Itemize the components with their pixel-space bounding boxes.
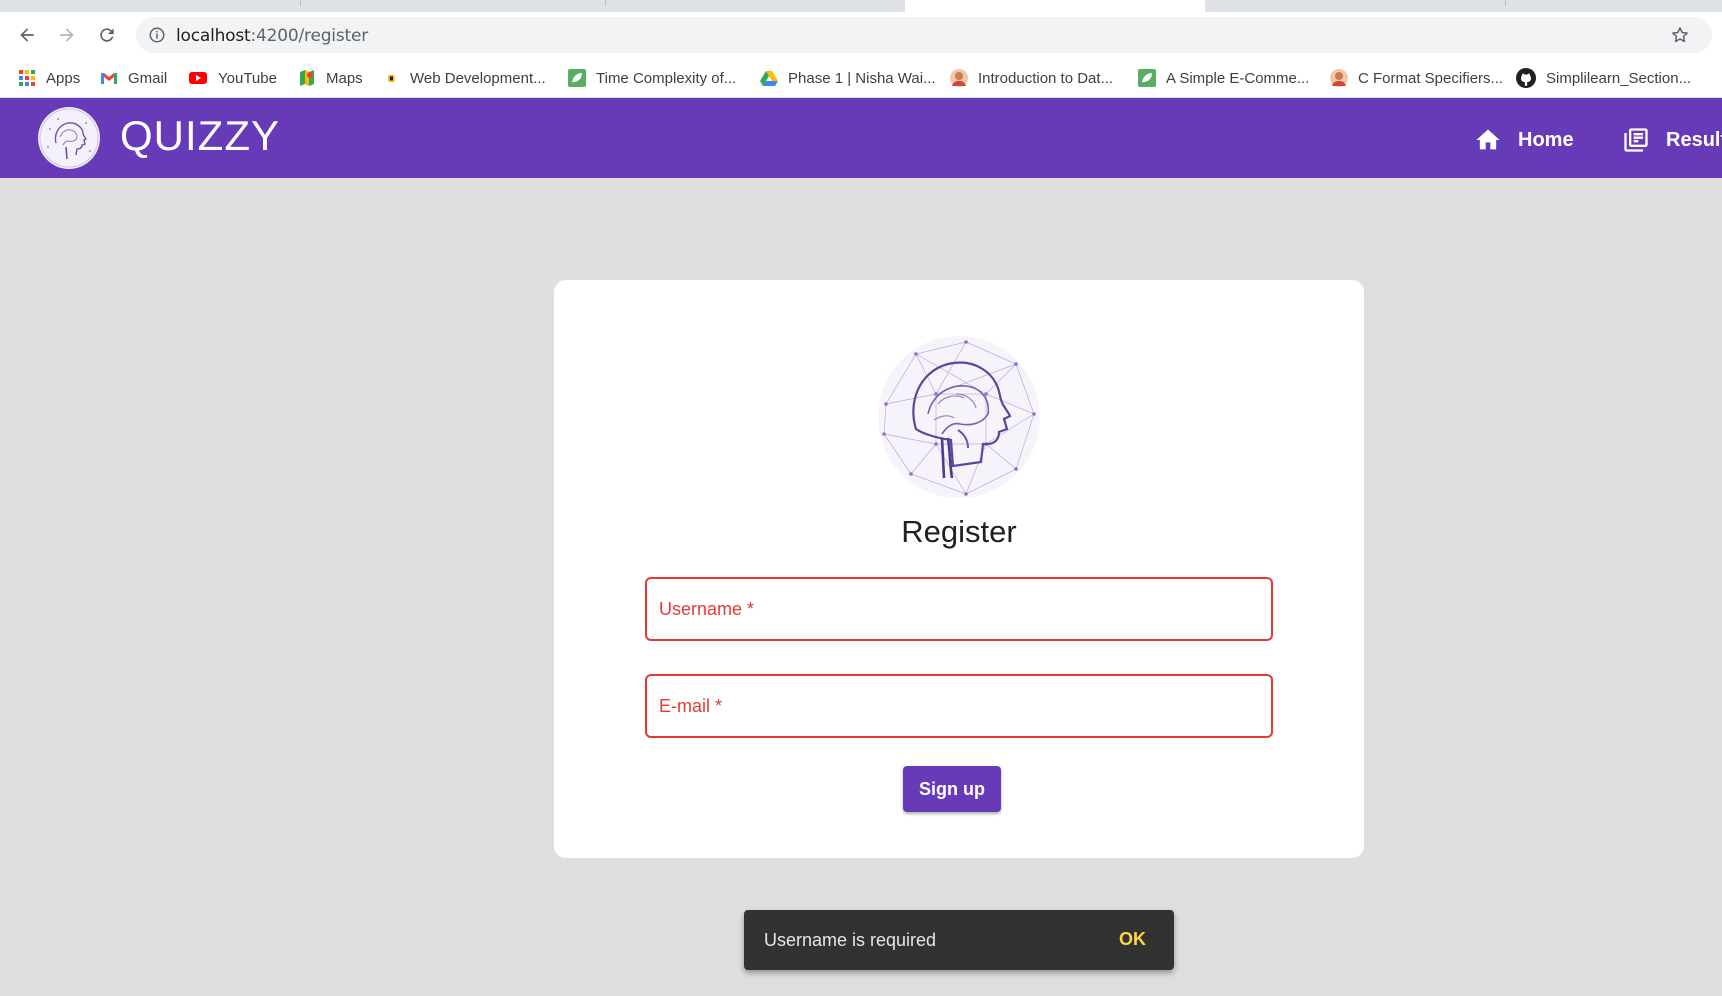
brain-logo[interactable] xyxy=(38,107,100,169)
snackbar: Username is required OK xyxy=(744,910,1174,970)
results-icon xyxy=(1624,128,1648,152)
url-path: :4200/register xyxy=(250,26,369,46)
reload-button[interactable] xyxy=(92,20,122,50)
bookmarks-bar: Apps Gmail YouTube Maps Web Development.… xyxy=(0,58,1722,98)
web-dev-icon xyxy=(388,74,395,82)
site-info-icon[interactable] xyxy=(148,26,166,44)
bookmark-maps[interactable]: Maps xyxy=(298,66,363,90)
bookmark-label: YouTube xyxy=(218,69,277,87)
bookmark-ecommerce[interactable]: A Simple E-Comme... xyxy=(1138,66,1309,90)
username-field[interactable]: Username * xyxy=(645,577,1273,641)
apps-grid-icon xyxy=(19,70,35,86)
register-card: Register Username * E-mail * Sign up xyxy=(554,280,1364,858)
bookmark-label: A Simple E-Comme... xyxy=(1166,69,1310,87)
back-button[interactable] xyxy=(12,20,42,50)
email-field[interactable]: E-mail * xyxy=(645,674,1273,738)
app-title[interactable]: QUIZZY xyxy=(120,112,280,160)
tab-separator xyxy=(1505,0,1506,6)
bookmark-gmail[interactable]: Gmail xyxy=(100,66,167,90)
bookmark-web-development[interactable]: Web Development... xyxy=(386,66,546,90)
avatar-icon xyxy=(950,69,968,87)
app-toolbar: QUIZZY Home Results xyxy=(0,98,1722,178)
avatar-icon xyxy=(1330,69,1348,87)
tab-separator xyxy=(300,0,301,6)
browser-tab[interactable] xyxy=(1205,0,1722,12)
tab-separator xyxy=(605,0,606,6)
snackbar-ok-button[interactable]: OK xyxy=(1119,929,1146,950)
email-input[interactable] xyxy=(647,676,1271,736)
bookmark-label: C Format Specifiers... xyxy=(1358,69,1504,87)
maps-icon xyxy=(300,70,314,86)
bookmark-label: Maps xyxy=(326,69,363,87)
username-input[interactable] xyxy=(647,579,1271,639)
snackbar-message: Username is required xyxy=(764,930,937,950)
brain-logo-icon xyxy=(39,108,99,168)
forward-arrow-icon xyxy=(60,28,74,42)
address-bar[interactable]: localhost:4200/register xyxy=(136,17,1712,53)
browser-tab-strip xyxy=(0,0,1722,12)
forward-button[interactable] xyxy=(52,20,82,50)
back-arrow-icon xyxy=(20,28,34,42)
register-title: Register xyxy=(901,514,1017,549)
browser-tab-active[interactable] xyxy=(905,0,1205,12)
browser-toolbar: localhost:4200/register xyxy=(0,12,1722,58)
leaf-icon xyxy=(1138,69,1156,87)
bookmark-label: Gmail xyxy=(128,69,168,87)
nav-results-link[interactable]: Results xyxy=(1622,126,1722,154)
bookmark-star-icon[interactable] xyxy=(1670,25,1690,45)
bookmark-label: Apps xyxy=(46,69,81,87)
sign-up-button[interactable]: Sign up xyxy=(903,766,1001,812)
bookmark-simplilearn[interactable]: Simplilearn_Section... xyxy=(1516,66,1691,90)
brain-illustration-icon xyxy=(878,336,1040,498)
bookmark-label: Time Complexity of... xyxy=(596,69,737,87)
google-drive-icon xyxy=(760,71,778,86)
bookmark-label: Simplilearn_Section... xyxy=(1546,69,1692,87)
youtube-icon xyxy=(189,72,207,84)
nav-home-label: Home xyxy=(1518,128,1574,151)
bookmark-introduction[interactable]: Introduction to Dat... xyxy=(950,66,1113,90)
url-host: localhost xyxy=(176,26,251,46)
github-icon xyxy=(1516,68,1536,88)
leaf-icon xyxy=(568,69,586,87)
bookmark-apps[interactable]: Apps xyxy=(18,66,80,90)
bookmark-label: Web Development... xyxy=(410,69,546,87)
bookmark-c-format[interactable]: C Format Specifiers... xyxy=(1330,66,1503,90)
reload-icon xyxy=(100,28,114,42)
bookmark-phase-1[interactable]: Phase 1 | Nisha Wai... xyxy=(760,66,936,90)
bookmark-label: Introduction to Dat... xyxy=(978,69,1114,87)
bookmark-youtube[interactable]: YouTube xyxy=(188,66,277,90)
home-icon xyxy=(1476,129,1500,150)
url-text: localhost:4200/register xyxy=(176,26,368,46)
nav-results-label: Results xyxy=(1666,128,1722,151)
bookmark-time-complexity[interactable]: Time Complexity of... xyxy=(568,66,736,90)
gmail-icon xyxy=(101,73,117,84)
browser-tab[interactable] xyxy=(0,0,905,12)
nav-home-link[interactable]: Home xyxy=(1474,126,1574,154)
bookmark-label: Phase 1 | Nisha Wai... xyxy=(788,69,936,87)
